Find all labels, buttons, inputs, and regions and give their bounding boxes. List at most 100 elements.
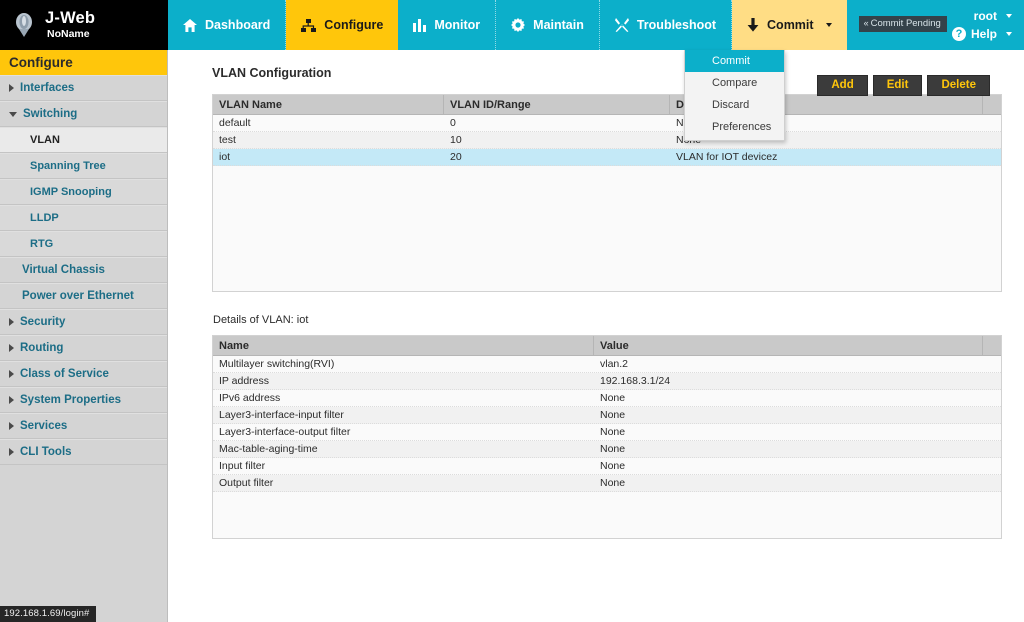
menu-item-discard[interactable]: Discard — [685, 94, 784, 116]
cell-vlan-name: default — [219, 117, 251, 129]
nav-item-monitor[interactable]: Monitor — [398, 0, 497, 50]
sidebar-item-vlan[interactable]: VLAN — [0, 127, 167, 153]
menu-item-commit[interactable]: Commit — [685, 50, 784, 72]
column-header-vlan-name[interactable]: VLAN Name — [213, 95, 444, 114]
column-header-vlan-id-range[interactable]: VLAN ID/Range — [444, 95, 670, 114]
chevron-right-icon — [9, 370, 14, 378]
sidebar-item-label: LLDP — [30, 212, 59, 224]
sidebar-item-services[interactable]: Services — [0, 413, 167, 439]
sidebar-item-label: Routing — [20, 342, 64, 354]
table-row[interactable]: default 0 None — [213, 115, 1001, 132]
commit-dropdown-menu: Commit Compare Discard Preferences — [684, 50, 785, 141]
vlan-table-scrollbar-gutter[interactable] — [983, 95, 1001, 114]
detail-table-scrollbar-gutter[interactable] — [983, 336, 1001, 355]
sidebar-item-label: Virtual Chassis — [22, 264, 105, 276]
sidebar-item-label: Security — [20, 316, 66, 328]
table-row[interactable]: Mac-table-aging-time None — [213, 441, 1001, 458]
nav-item-commit[interactable]: Commit — [732, 0, 847, 50]
sidebar-item-igmp-snooping[interactable]: IGMP Snooping — [0, 179, 167, 205]
table-row[interactable]: test 10 None — [213, 132, 1001, 149]
cell-vlan-id: 10 — [450, 134, 462, 146]
add-button[interactable]: Add — [817, 75, 868, 96]
sidebar-item-label: Spanning Tree — [30, 160, 106, 172]
table-row[interactable]: Output filter None — [213, 475, 1001, 492]
cell-value: None — [600, 477, 626, 489]
cell-value: None — [600, 426, 626, 438]
brand-text: J-Web NoName — [45, 9, 95, 41]
menu-item-compare[interactable]: Compare — [685, 72, 784, 94]
nav-label-configure: Configure — [324, 18, 384, 32]
nav-label-dashboard: Dashboard — [205, 18, 271, 32]
delete-button[interactable]: Delete — [927, 75, 990, 96]
cell-vlan-id: 0 — [450, 117, 456, 129]
device-name: NoName — [47, 28, 90, 40]
sidebar-item-security[interactable]: Security — [0, 309, 167, 335]
chevron-down-icon — [9, 111, 17, 117]
table-row[interactable]: IPv6 address None — [213, 390, 1001, 407]
cell-name: Output filter — [219, 477, 274, 489]
chevron-down-icon — [1006, 14, 1012, 18]
table-row[interactable]: Multilayer switching(RVI) vlan.2 — [213, 356, 1001, 373]
cell-name: Layer3-interface-output filter — [219, 426, 351, 438]
column-header-value[interactable]: Value — [594, 336, 983, 355]
chevron-right-icon — [9, 396, 14, 404]
nav-item-dashboard[interactable]: Dashboard — [168, 0, 287, 50]
app-title: J-Web — [45, 9, 96, 27]
sidebar-item-rtg[interactable]: RTG — [0, 231, 167, 257]
vlan-table-header: VLAN Name VLAN ID/Range Description — [213, 95, 1001, 115]
cell-value: vlan.2 — [600, 358, 629, 370]
cell-value: 192.168.3.1/24 — [600, 375, 671, 387]
question-circle-icon: ? — [951, 27, 966, 41]
vlan-table: VLAN Name VLAN ID/Range Description defa… — [212, 94, 1002, 292]
cell-name: Input filter — [219, 460, 266, 472]
cell-name: IPv6 address — [219, 392, 281, 404]
sidebar-header: Configure — [0, 50, 167, 75]
cell-vlan-name: test — [219, 134, 236, 146]
jweb-application: J-Web NoName Dashboard Configure Monitor… — [0, 0, 1024, 622]
sidebar-item-switching[interactable]: Switching — [0, 101, 167, 127]
sidebar-item-system-properties[interactable]: System Properties — [0, 387, 167, 413]
edit-button[interactable]: Edit — [872, 75, 923, 96]
table-row[interactable]: IP address 192.168.3.1/24 — [213, 373, 1001, 390]
browser-status-url: 192.168.1.69/login# — [0, 606, 97, 622]
sidebar-item-power-over-ethernet[interactable]: Power over Ethernet — [0, 283, 167, 309]
top-navigation-bar: J-Web NoName Dashboard Configure Monitor… — [0, 0, 1024, 50]
nav-item-configure[interactable]: Configure — [286, 0, 399, 50]
cell-description: VLAN for IOT devicez — [676, 151, 778, 163]
sidebar-item-routing[interactable]: Routing — [0, 335, 167, 361]
sidebar-item-class-of-service[interactable]: Class of Service — [0, 361, 167, 387]
table-row[interactable]: Layer3-interface-input filter None — [213, 407, 1001, 424]
sidebar-item-lldp[interactable]: LLDP — [0, 205, 167, 231]
nav-item-troubleshoot[interactable]: Troubleshoot — [600, 0, 733, 50]
table-row[interactable]: Layer3-interface-output filter None — [213, 424, 1001, 441]
sidebar-item-label: RTG — [30, 238, 54, 250]
commit-pending-badge[interactable]: «Commit Pending — [858, 16, 947, 32]
sidebar-item-label: System Properties — [20, 394, 121, 406]
menu-item-preferences[interactable]: Preferences — [685, 116, 784, 138]
tools-icon — [614, 18, 629, 32]
table-row-selected[interactable]: iot 20 VLAN for IOT devicez — [213, 149, 1001, 166]
sidebar-item-label: Services — [20, 420, 68, 432]
detail-section-label: Details of VLAN: iot — [213, 314, 309, 326]
cell-value: None — [600, 460, 626, 472]
user-label: root — [973, 9, 997, 23]
nav-spacer: «Commit Pending — [847, 0, 952, 50]
nav-label-maintain: Maintain — [533, 18, 584, 32]
nav-item-maintain[interactable]: Maintain — [496, 0, 600, 50]
sidebar-item-label: Power over Ethernet — [22, 290, 134, 302]
cell-name: Mac-table-aging-time — [219, 443, 318, 455]
column-header-name[interactable]: Name — [213, 336, 594, 355]
sitemap-icon — [301, 18, 317, 32]
sidebar-item-label: VLAN — [30, 134, 60, 146]
sidebar: Configure Interfaces Switching VLAN Span… — [0, 50, 168, 622]
sidebar-item-cli-tools[interactable]: CLI Tools — [0, 439, 167, 465]
cell-name: IP address — [219, 375, 270, 387]
sidebar-item-interfaces[interactable]: Interfaces — [0, 75, 167, 101]
sidebar-item-virtual-chassis[interactable]: Virtual Chassis — [0, 257, 167, 283]
nav-label-monitor: Monitor — [434, 18, 481, 32]
table-row[interactable]: Input filter None — [213, 458, 1001, 475]
sidebar-item-spanning-tree[interactable]: Spanning Tree — [0, 153, 167, 179]
help-menu[interactable]: ? Help — [951, 27, 1012, 41]
user-menu[interactable]: root — [974, 9, 1012, 23]
chevron-right-icon — [9, 318, 14, 326]
